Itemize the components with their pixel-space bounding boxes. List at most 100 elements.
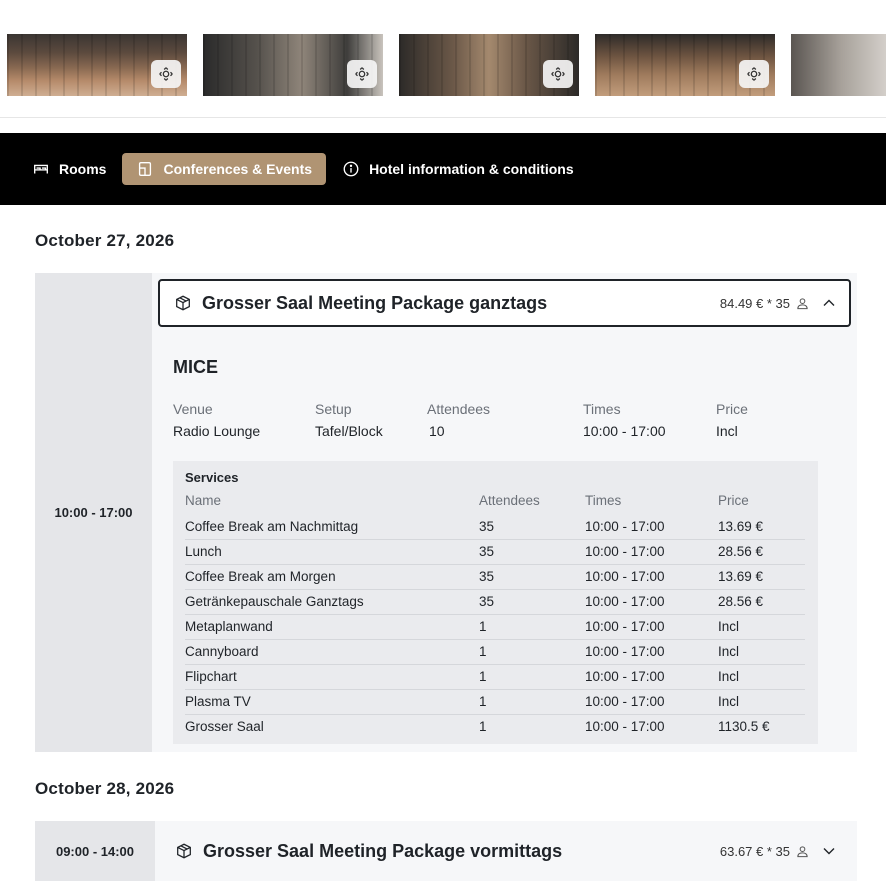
tab-bar: Rooms Conferences & Events Hotel informa…: [0, 133, 886, 205]
package-price: 84.49 € * 35: [720, 296, 809, 311]
service-times: 10:00 - 17:00: [585, 519, 665, 534]
expand-icon[interactable]: [347, 60, 377, 88]
package-price-text: 63.67 € * 35: [719, 843, 790, 859]
service-name: Coffee Break am Nachmittag: [185, 519, 359, 534]
price-value: Incl: [716, 423, 738, 439]
package-icon: [177, 843, 191, 859]
services-header-row: Name Attendees Times Price: [185, 489, 805, 514]
person-icon: [797, 845, 808, 857]
gallery-image-4[interactable]: [595, 34, 775, 96]
table-row: Plasma TV 1 10:00 - 17:00 Incl: [185, 690, 805, 715]
person-icon: [797, 297, 808, 309]
chevron-down-icon[interactable]: [821, 843, 837, 859]
info-icon: [343, 161, 359, 177]
tab-rooms[interactable]: Rooms: [18, 153, 120, 185]
image-gallery: [0, 0, 886, 118]
time-slot: 10:00 - 17:00: [35, 273, 152, 752]
table-row: Flipchart 1 10:00 - 17:00 Incl: [185, 665, 805, 690]
service-name: Coffee Break am Morgen: [185, 569, 336, 584]
times-value: 10:00 - 17:00: [583, 423, 666, 439]
tab-rooms-label: Rooms: [59, 161, 107, 177]
service-times: 10:00 - 17:00: [585, 719, 665, 734]
service-price: Incl: [718, 694, 740, 709]
service-name: Plasma TV: [185, 694, 251, 709]
gallery-image-2[interactable]: [203, 34, 383, 96]
service-times: 10:00 - 17:00: [585, 644, 665, 659]
bed-icon: [34, 164, 48, 174]
price-label: Price: [716, 401, 748, 417]
service-price: 28.56 €: [718, 544, 764, 559]
time-range: 10:00 - 17:00: [54, 505, 133, 520]
attendees-value: 10: [429, 423, 445, 439]
package-header[interactable]: Grosser Saal Meeting Package ganztags 84…: [158, 279, 851, 327]
expand-icon[interactable]: [739, 60, 769, 88]
date-heading: October 27, 2026: [35, 231, 175, 250]
table-row: Coffee Break am Nachmittag 35 10:00 - 17…: [185, 515, 805, 540]
table-row: Grosser Saal 1 10:00 - 17:00 1130.5 €: [185, 715, 805, 740]
service-price: 13.69 €: [718, 569, 764, 584]
gallery-image-1[interactable]: [7, 34, 187, 96]
service-attendees: 1: [479, 619, 487, 634]
table-row: Getränkepauschale Ganztags 35 10:00 - 17…: [185, 590, 805, 615]
door-icon: [139, 162, 152, 176]
date-heading: October 28, 2026: [35, 779, 175, 798]
service-price: Incl: [718, 644, 740, 659]
attendees-label: Attendees: [427, 401, 491, 417]
gallery-image-5[interactable]: [791, 34, 886, 96]
services-table: Services Name Attendees Times Price Coff…: [173, 461, 818, 744]
col-price-header: Price: [718, 493, 749, 508]
tab-conferences-events-label: Conferences & Events: [163, 161, 313, 177]
venue-label: Venue: [173, 401, 213, 417]
expand-icon[interactable]: [151, 60, 181, 88]
service-times: 10:00 - 17:00: [585, 619, 665, 634]
service-name: Lunch: [185, 544, 222, 559]
service-price: Incl: [718, 619, 740, 634]
table-row: Coffee Break am Morgen 35 10:00 - 17:00 …: [185, 565, 805, 590]
times-label: Times: [583, 401, 621, 417]
service-times: 10:00 - 17:00: [585, 544, 665, 559]
service-attendees: 1: [479, 644, 487, 659]
service-name: Metaplanwand: [185, 619, 273, 634]
tab-hotel-information-label: Hotel information & conditions: [369, 161, 574, 177]
table-row: Cannyboard 1 10:00 - 17:00 Incl: [185, 640, 805, 665]
tab-conferences-events[interactable]: Conferences & Events: [122, 153, 327, 185]
col-times-header: Times: [585, 493, 622, 508]
service-price: 13.69 €: [718, 519, 764, 534]
service-attendees: 1: [479, 669, 487, 684]
gallery-image-3[interactable]: [399, 34, 579, 96]
expand-icon[interactable]: [543, 60, 573, 88]
table-row: Metaplanwand 1 10:00 - 17:00 Incl: [185, 615, 805, 640]
service-price: 28.56 €: [718, 594, 764, 609]
mice-title: MICE: [173, 357, 218, 377]
service-attendees: 35: [479, 519, 495, 534]
package-price-text: 84.49 € * 35: [719, 295, 790, 311]
service-attendees: 35: [479, 594, 495, 609]
service-attendees: 1: [479, 719, 487, 734]
service-name: Cannyboard: [185, 644, 259, 659]
services-title: Services: [185, 470, 239, 485]
time-range: 09:00 - 14:00: [55, 843, 135, 859]
chevron-up-icon[interactable]: [821, 295, 837, 311]
service-price: Incl: [718, 669, 740, 684]
service-times: 10:00 - 17:00: [585, 694, 665, 709]
service-times: 10:00 - 17:00: [585, 594, 665, 609]
setup-label: Setup: [315, 401, 352, 417]
setup-value: Tafel/Block: [315, 423, 383, 439]
time-slot: 09:00 - 14:00: [35, 821, 155, 881]
col-attendees-header: Attendees: [479, 493, 540, 508]
service-attendees: 35: [479, 544, 495, 559]
service-attendees: 1: [479, 694, 487, 709]
service-times: 10:00 - 17:00: [585, 669, 665, 684]
package-price: 63.67 € * 35: [720, 844, 809, 859]
package-title: Grosser Saal Meeting Package ganztags: [202, 292, 548, 313]
tab-hotel-information[interactable]: Hotel information & conditions: [328, 153, 588, 185]
venue-value: Radio Lounge: [173, 423, 261, 439]
service-name: Getränkepauschale Ganztags: [185, 594, 364, 609]
col-name-header: Name: [185, 493, 222, 508]
package-icon: [176, 295, 190, 311]
package-header[interactable]: Grosser Saal Meeting Package vormittags …: [155, 821, 857, 881]
table-row: Lunch 35 10:00 - 17:00 28.56 €: [185, 540, 805, 565]
package-title: Grosser Saal Meeting Package vormittags: [203, 840, 563, 861]
service-name: Flipchart: [185, 669, 237, 684]
service-times: 10:00 - 17:00: [585, 569, 665, 584]
